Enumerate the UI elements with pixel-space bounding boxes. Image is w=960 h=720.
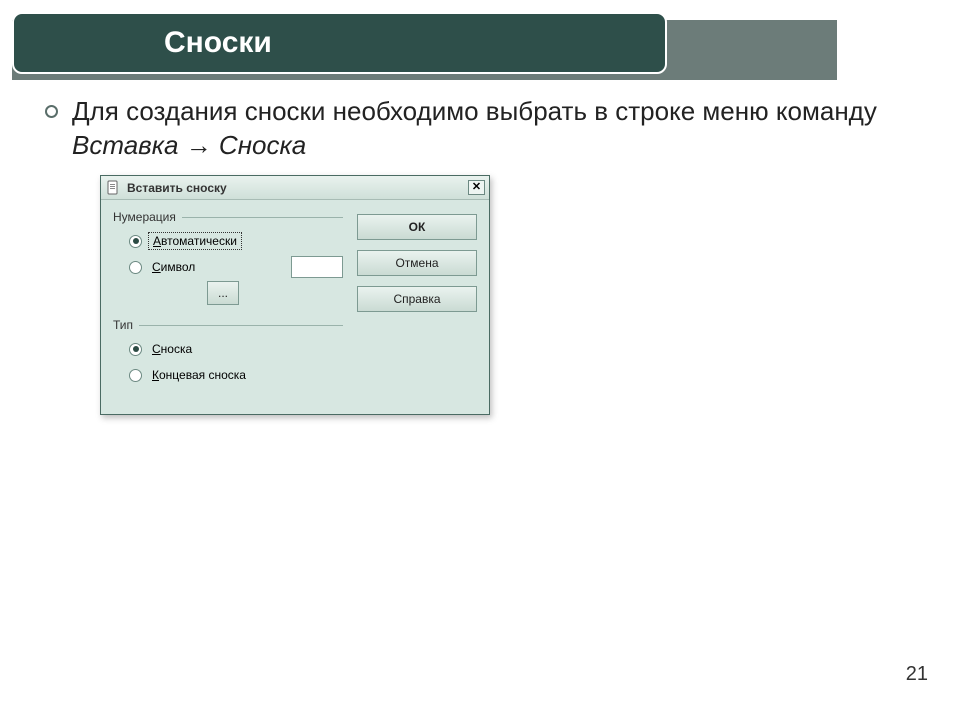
radio-endnote-label-char: К bbox=[152, 368, 159, 382]
group-numbering-label: Нумерация bbox=[113, 210, 343, 224]
radio-auto-label-rest: втоматически bbox=[161, 234, 237, 248]
radio-auto-label: Автоматически bbox=[148, 232, 242, 250]
radio-footnote[interactable] bbox=[129, 343, 142, 356]
group-numbering: Нумерация Автоматически Символ bbox=[113, 210, 343, 308]
dialog-body: Нумерация Автоматически Символ bbox=[101, 200, 489, 414]
page-number: 21 bbox=[906, 663, 928, 686]
radio-auto[interactable] bbox=[129, 235, 142, 248]
insert-footnote-dialog: Вставить сноску ✕ Нумерация Автоматическ… bbox=[100, 175, 490, 415]
radio-endnote-label: Концевая сноска bbox=[148, 367, 250, 383]
radio-row-symbol[interactable]: Символ bbox=[129, 256, 343, 278]
radio-symbol-label: Символ bbox=[148, 259, 199, 275]
group-type: Тип Сноска Концевая сноска bbox=[113, 318, 343, 390]
radio-symbol-label-char: С bbox=[152, 260, 161, 274]
radio-row-endnote[interactable]: Концевая сноска bbox=[129, 364, 343, 386]
bullet-text: Для создания сноски необходимо выбрать в… bbox=[72, 95, 915, 163]
bullet-text-plain: Для создания сноски необходимо выбрать в… bbox=[72, 96, 877, 126]
bullet-text-emph: Вставка → Сноска bbox=[72, 130, 306, 160]
radio-endnote[interactable] bbox=[129, 369, 142, 382]
radio-symbol-label-rest: имвол bbox=[161, 260, 196, 274]
help-button-rest: правка bbox=[402, 292, 440, 306]
bullet-item: Для создания сноски необходимо выбрать в… bbox=[45, 95, 915, 163]
radio-auto-label-char: А bbox=[153, 234, 161, 248]
radio-footnote-label-rest: носка bbox=[161, 342, 193, 356]
close-button[interactable]: ✕ bbox=[468, 180, 485, 195]
ok-button[interactable]: ОК bbox=[357, 214, 477, 240]
radio-symbol[interactable] bbox=[129, 261, 142, 274]
cancel-button[interactable]: Отмена bbox=[357, 250, 477, 276]
radio-footnote-label-char: С bbox=[152, 342, 161, 356]
symbol-input[interactable] bbox=[291, 256, 343, 278]
dialog-options-column: Нумерация Автоматически Символ bbox=[113, 210, 343, 400]
radio-row-auto[interactable]: Автоматически bbox=[129, 230, 343, 252]
slide-body: Для создания сноски необходимо выбрать в… bbox=[45, 95, 915, 163]
symbol-browse-button[interactable]: ... bbox=[207, 281, 239, 305]
dialog-title: Вставить сноску bbox=[127, 181, 227, 195]
group-type-label: Тип bbox=[113, 318, 343, 332]
radio-footnote-label: Сноска bbox=[148, 341, 196, 357]
title-box: Сноски bbox=[12, 12, 667, 74]
dialog-titlebar[interactable]: Вставить сноску ✕ bbox=[101, 176, 489, 200]
radio-endnote-label-rest: онцевая сноска bbox=[159, 368, 246, 382]
document-icon bbox=[105, 180, 121, 196]
radio-row-footnote[interactable]: Сноска bbox=[129, 338, 343, 360]
help-button-char: С bbox=[393, 292, 402, 306]
dialog-buttons-column: ОК Отмена Справка bbox=[357, 210, 477, 400]
help-button[interactable]: Справка bbox=[357, 286, 477, 312]
bullet-icon bbox=[45, 105, 58, 118]
slide-title: Сноски bbox=[164, 26, 272, 60]
